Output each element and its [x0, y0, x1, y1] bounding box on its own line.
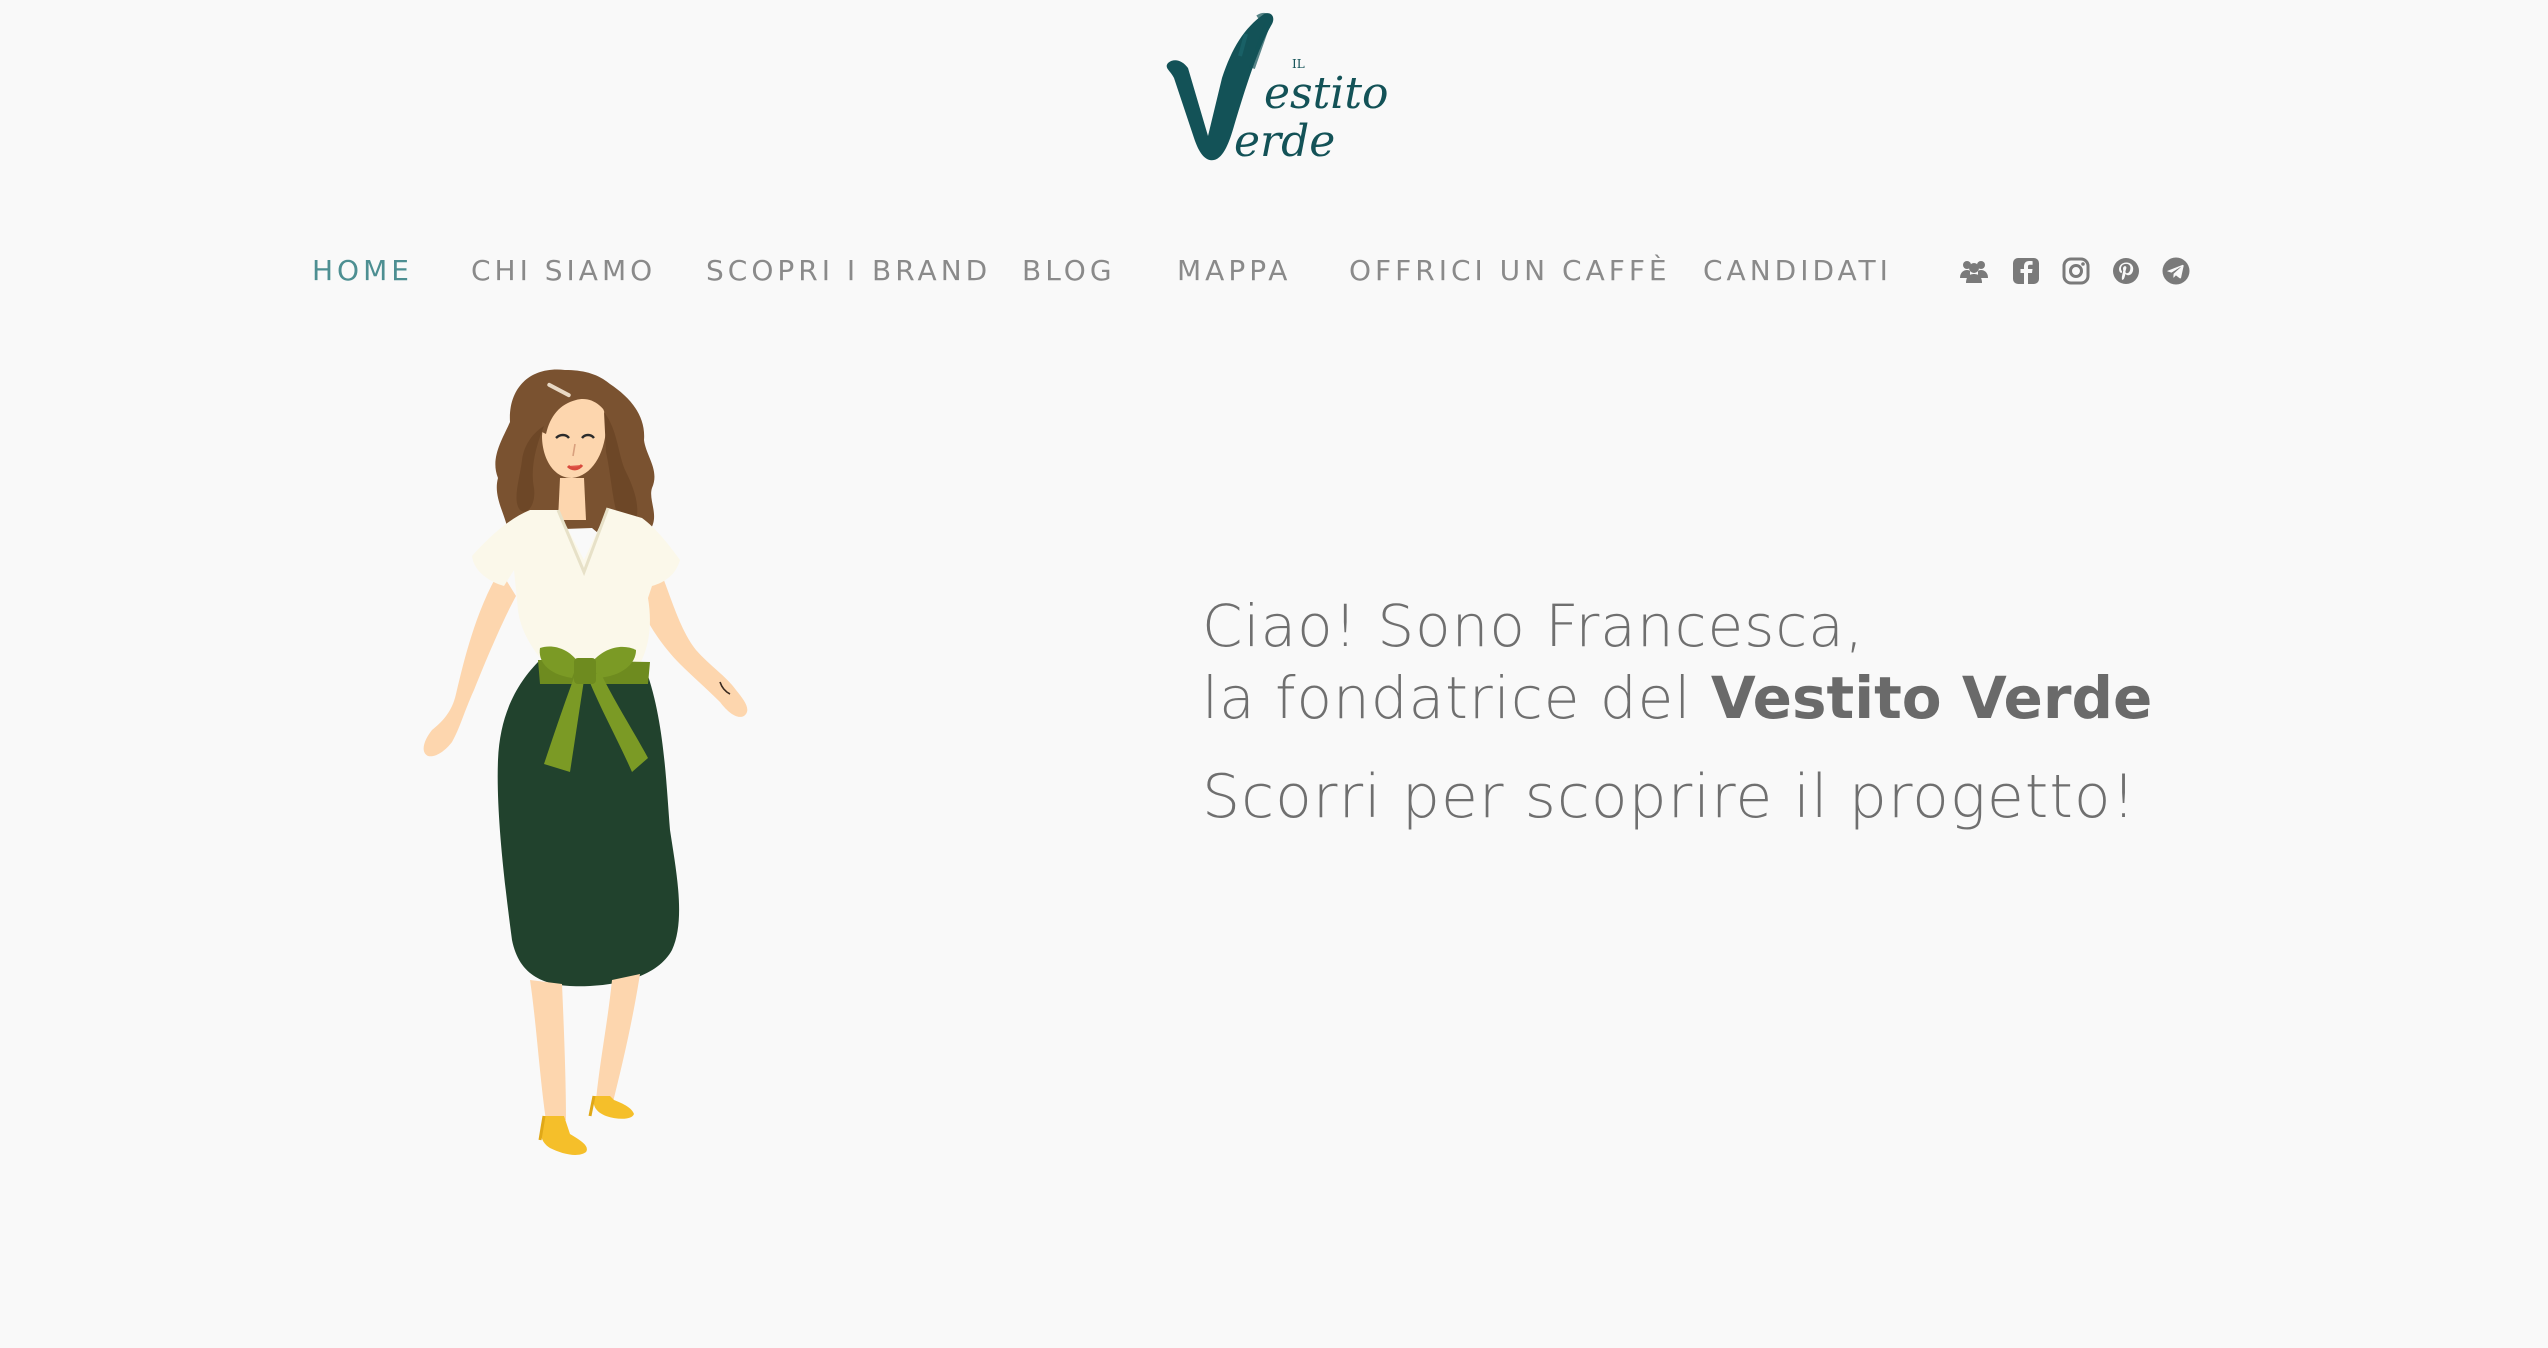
facebook-icon[interactable]	[2011, 256, 2041, 286]
francesca-illustration	[423, 369, 748, 1155]
instagram-icon[interactable]	[2061, 256, 2091, 286]
hero-brand-name: Vestito Verde	[1710, 664, 2153, 732]
logo-word-erde: erde	[1234, 116, 1335, 167]
logo-word-estito: estito	[1264, 68, 1389, 119]
nav-item-scopri-i-brand[interactable]: SCOPRI I BRAND	[706, 246, 991, 296]
users-icon[interactable]	[1957, 256, 1991, 286]
hero-intro: Ciao! Sono Francesca, la fondatrice del …	[1202, 590, 2402, 834]
hero-greeting: Ciao! Sono Francesca,	[1202, 592, 1865, 660]
nav-item-mappa[interactable]: MAPPA	[1177, 246, 1291, 296]
pinterest-icon[interactable]	[2111, 256, 2141, 286]
social-links	[1957, 252, 2191, 290]
nav-item-offrici-un-caffe[interactable]: OFFRICI UN CAFFÈ	[1349, 246, 1671, 296]
logo-graphic: IL estito erde	[1166, 12, 1389, 167]
nav-item-chi-siamo[interactable]: CHI SIAMO	[471, 246, 656, 296]
nav-item-home[interactable]: HOME	[312, 246, 413, 296]
nav-item-candidati[interactable]: CANDIDATI	[1703, 246, 1892, 296]
nav-item-blog[interactable]: BLOG	[1022, 246, 1116, 296]
hero-founder-prefix: la fondatrice del	[1202, 664, 1711, 732]
hero-scroll-prompt: Scorri per scoprire il progetto!	[1202, 762, 2137, 832]
hero-founder-line: la fondatrice del Vestito Verde	[1202, 662, 2402, 734]
page: IL estito erde HOME CHI SIAMO SCOPRI I B…	[0, 0, 2548, 1348]
telegram-icon[interactable]	[2161, 256, 2191, 286]
